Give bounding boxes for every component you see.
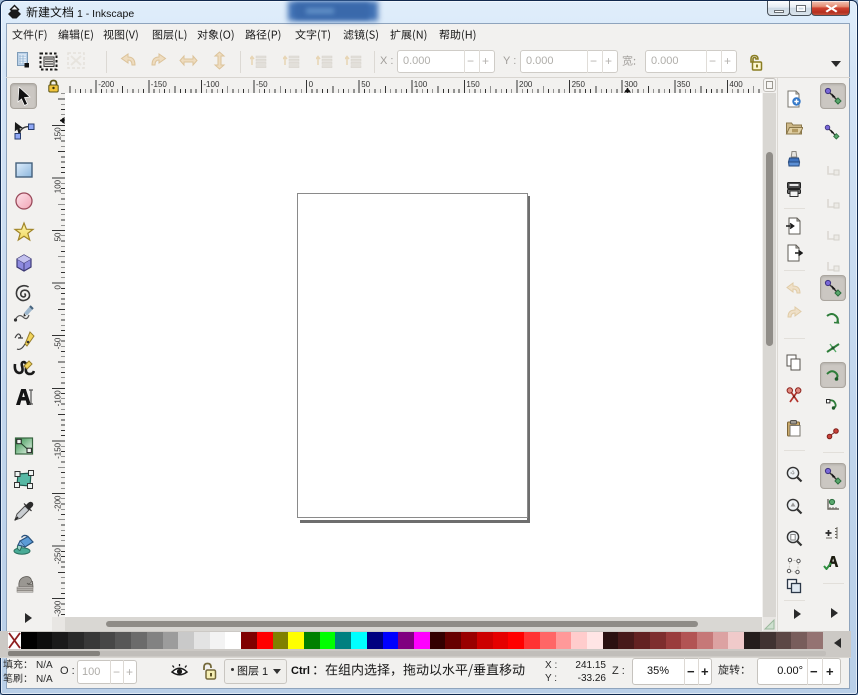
svg-text:400: 400 [729, 80, 743, 89]
svg-text:-150: -150 [151, 80, 168, 89]
svg-text:150: 150 [466, 80, 480, 89]
svg-text:50: 50 [54, 232, 63, 241]
svg-text:-100: -100 [203, 80, 220, 89]
svg-text:100: 100 [54, 179, 63, 193]
svg-text:250: 250 [572, 80, 586, 89]
svg-text:50: 50 [361, 80, 370, 89]
svg-text:-50: -50 [54, 337, 63, 349]
svg-text:150: 150 [54, 127, 63, 141]
svg-text:100: 100 [414, 80, 428, 89]
svg-text:300: 300 [624, 80, 638, 89]
svg-text:350: 350 [677, 80, 691, 89]
svg-text:-50: -50 [256, 80, 268, 89]
svg-text:200: 200 [519, 80, 533, 89]
svg-text:0: 0 [309, 80, 314, 89]
svg-text:-200: -200 [98, 80, 115, 89]
svg-text:0: 0 [54, 285, 63, 290]
